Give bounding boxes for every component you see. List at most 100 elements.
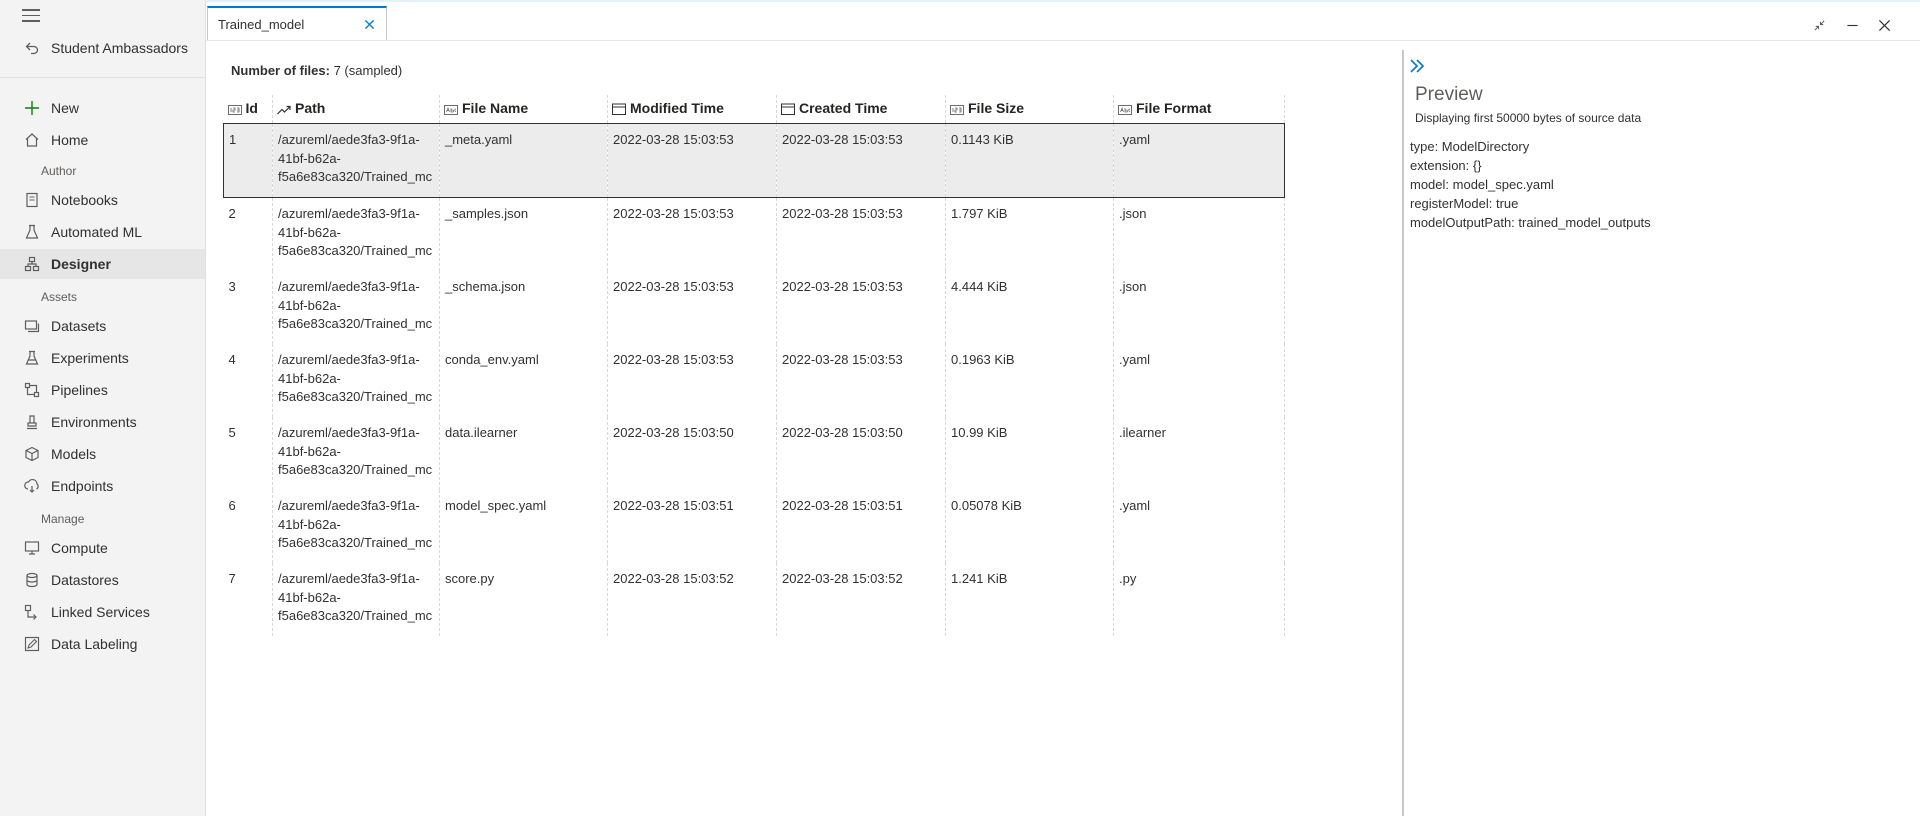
cell-created-time: 2022-03-28 15:03:51 (776, 490, 946, 563)
cell-modified-time: 2022-03-28 15:03:53 (607, 271, 777, 344)
table-row[interactable]: 3 /azureml/aede3fa3-9f1a- 41bf-b62a- f5a… (223, 271, 1285, 344)
cell-path: /azureml/aede3fa3-9f1a- 41bf-b62a- f5a6e… (272, 271, 440, 344)
nav-new[interactable]: New (0, 93, 205, 123)
path-trend-icon (277, 102, 291, 118)
preview-line: modelOutputPath: trained_model_outputs (1410, 215, 1651, 230)
back-to-workspace[interactable]: Student Ambassadors (0, 33, 205, 63)
table-row[interactable]: 4 /azureml/aede3fa3-9f1a- 41bf-b62a- f5a… (223, 344, 1285, 417)
cell-file-size: 10.99 KiB (945, 417, 1114, 490)
nav-pipelines[interactable]: Pipelines (0, 375, 205, 405)
nav-new-label: New (51, 100, 80, 116)
nav-environments[interactable]: Environments (0, 407, 205, 437)
nav-automated-ml-label: Automated ML (51, 224, 143, 240)
nav-models[interactable]: Models (0, 439, 205, 469)
files-table: Id Path File Name Modified Time Created … (223, 95, 1285, 636)
nav-home[interactable]: Home (0, 125, 205, 155)
column-header-modified-time[interactable]: Modified Time (607, 95, 777, 124)
cell-file-format: .json (1113, 197, 1285, 271)
cell-path: /azureml/aede3fa3-9f1a- 41bf-b62a- f5a6e… (272, 197, 440, 271)
table-row[interactable]: 1 /azureml/aede3fa3-9f1a- 41bf-b62a- f5a… (223, 123, 1285, 198)
column-header-path[interactable]: Path (272, 95, 440, 124)
path-line: f5a6e83ca320/Trained_mc (278, 389, 433, 404)
hamburger-menu-icon[interactable] (22, 9, 40, 23)
tab-trained-model[interactable]: Trained_model (207, 6, 387, 40)
column-label: Created Time (799, 100, 888, 116)
column-label: File Format (1136, 100, 1212, 116)
column-label: Modified Time (630, 100, 724, 116)
divider (0, 77, 205, 78)
path-line: /azureml/aede3fa3-9f1a- (278, 571, 420, 586)
nav-endpoints[interactable]: Endpoints (0, 471, 205, 501)
section-manage: Manage (41, 512, 85, 526)
tabbar-divider (206, 40, 1920, 41)
nav-datastores[interactable]: Datastores (0, 565, 205, 595)
cell-file-name: model_spec.yaml (439, 490, 608, 563)
cell-modified-time: 2022-03-28 15:03:53 (607, 197, 777, 271)
experiments-icon (23, 349, 41, 367)
nav-linked-services-label: Linked Services (51, 604, 150, 620)
cell-id: 5 (223, 417, 273, 490)
column-header-file-size[interactable]: File Size (945, 95, 1114, 124)
table-row[interactable]: 6 /azureml/aede3fa3-9f1a- 41bf-b62a- f5a… (223, 490, 1285, 563)
back-arrow-icon (23, 39, 41, 57)
nav-linked-services[interactable]: Linked Services (0, 597, 205, 627)
cell-path: /azureml/aede3fa3-9f1a- 41bf-b62a- f5a6e… (272, 344, 440, 417)
pipelines-icon (23, 381, 41, 399)
column-header-id[interactable]: Id (223, 95, 273, 124)
cell-file-name: _schema.json (439, 271, 608, 344)
file-count-label: Number of files: (231, 63, 330, 78)
path-line: f5a6e83ca320/Trained_mc (278, 608, 433, 623)
cell-modified-time: 2022-03-28 15:03:51 (607, 490, 777, 563)
nav-designer[interactable]: Designer (0, 249, 205, 279)
cell-file-name: _meta.yaml (439, 123, 608, 198)
designer-icon (23, 255, 41, 273)
collapse-window-icon[interactable] (1809, 15, 1829, 35)
column-header-created-time[interactable]: Created Time (776, 95, 946, 124)
nav-pipelines-label: Pipelines (51, 382, 108, 398)
minimize-icon[interactable] (1842, 15, 1862, 35)
cell-file-size: 1.241 KiB (945, 563, 1114, 636)
top-accent-line (0, 0, 1920, 2)
nav-experiments[interactable]: Experiments (0, 343, 205, 373)
path-line: f5a6e83ca320/Trained_mc (278, 535, 433, 550)
path-line: 41bf-b62a- (278, 589, 341, 605)
nav-automated-ml[interactable]: Automated ML (0, 217, 205, 247)
cell-id: 3 (223, 271, 273, 344)
string-type-icon (1118, 102, 1132, 118)
path-line: 41bf-b62a- (278, 370, 341, 386)
cell-file-size: 1.797 KiB (945, 197, 1114, 271)
datasets-icon (23, 317, 41, 335)
nav-notebooks[interactable]: Notebooks (0, 185, 205, 215)
environments-icon (23, 413, 41, 431)
nav-data-labeling[interactable]: Data Labeling (0, 629, 205, 659)
nav-compute[interactable]: Compute (0, 533, 205, 563)
close-window-icon[interactable] (1874, 15, 1894, 35)
nav-datastores-label: Datastores (51, 572, 119, 588)
linked-services-icon (23, 603, 41, 621)
flask-icon (23, 223, 41, 241)
column-header-file-format[interactable]: File Format (1113, 95, 1285, 124)
datastores-icon (23, 571, 41, 589)
path-line: /azureml/aede3fa3-9f1a- (278, 132, 420, 147)
preview-line: model: model_spec.yaml (1410, 177, 1554, 192)
cell-file-name: _samples.json (439, 197, 608, 271)
column-header-file-name[interactable]: File Name (439, 95, 608, 124)
data-labeling-icon (23, 635, 41, 653)
cell-file-name: score.py (439, 563, 608, 636)
file-count-value: 7 (sampled) (333, 63, 403, 78)
table-row[interactable]: 5 /azureml/aede3fa3-9f1a- 41bf-b62a- f5a… (223, 417, 1285, 490)
cell-created-time: 2022-03-28 15:03:53 (776, 197, 946, 271)
column-label: Id (245, 100, 258, 116)
nav-endpoints-label: Endpoints (51, 478, 114, 494)
path-line: /azureml/aede3fa3-9f1a- (278, 425, 420, 440)
cell-file-size: 0.05078 KiB (945, 490, 1114, 563)
collapse-preview-chevron-icon[interactable] (1408, 56, 1428, 76)
numeric-type-icon (950, 102, 964, 118)
close-tab-icon[interactable] (360, 15, 378, 33)
models-icon (23, 445, 41, 463)
table-row[interactable]: 7 /azureml/aede3fa3-9f1a- 41bf-b62a- f5a… (223, 563, 1285, 636)
nav-datasets[interactable]: Datasets (0, 311, 205, 341)
column-label: Path (295, 100, 326, 116)
cell-created-time: 2022-03-28 15:03:52 (776, 563, 946, 636)
table-row[interactable]: 2 /azureml/aede3fa3-9f1a- 41bf-b62a- f5a… (223, 197, 1285, 271)
